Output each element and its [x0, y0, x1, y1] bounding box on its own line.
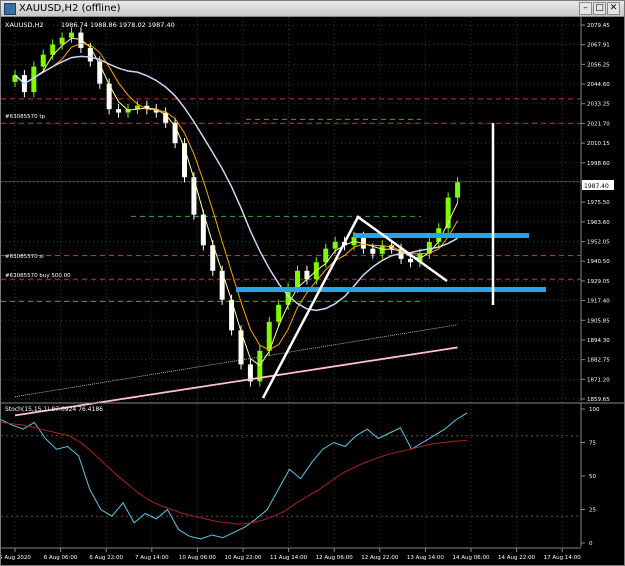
candle-body [219, 270, 225, 300]
price-tick-label: 1975.50 [587, 200, 610, 206]
price-tick-label: 2044.60 [587, 82, 610, 88]
time-tick-label: 5 Aug 2020 [1, 555, 31, 561]
price-tick-label: 2010.15 [587, 141, 610, 147]
window-title: XAUUSD,H2 (offline) [19, 3, 121, 14]
chart-window: XAUUSD,H2 (offline) – □ ✕ XAUUSD,H2 1986… [0, 0, 625, 566]
stoch-tick-label: 0 [589, 541, 593, 547]
candle-body [276, 304, 282, 322]
price-tick-label: 2079.45 [587, 23, 610, 29]
price-tick-label: 1952.05 [587, 240, 610, 246]
price-tick-label: 1882.75 [587, 358, 610, 364]
last-price-label: 1987.40 [584, 183, 609, 190]
stoch-tick-label: 25 [589, 508, 596, 514]
price-chart[interactable]: XAUUSD,H2 1986.74 1988.86 1978.02 1987.4… [1, 17, 624, 565]
title-bar[interactable]: XAUUSD,H2 (offline) – □ ✕ [1, 1, 624, 17]
time-tick-label: 14 Aug 06:00 [452, 555, 490, 561]
candle-body [69, 32, 74, 38]
candle-body [40, 54, 46, 67]
order-buy-label: #63085570 buy 500.00 [5, 273, 71, 279]
time-tick-label: 7 Aug 14:00 [135, 555, 169, 561]
price-tick-label: 2021.70 [587, 121, 610, 127]
candle-body [332, 241, 338, 249]
ohlc-label: 1986.74 1988.86 1978.02 1987.40 [61, 21, 175, 29]
price-tick-label: 1917.40 [587, 299, 610, 305]
order-sl-label: #63085570 sl [5, 254, 44, 260]
price-tick-label: 1940.50 [587, 259, 610, 265]
time-tick-label: 12 Aug 22:00 [361, 555, 399, 561]
price-tick-label: 2033.25 [587, 102, 610, 108]
maximize-button[interactable]: □ [593, 2, 606, 15]
time-tick-label: 13 Aug 14:00 [407, 555, 445, 561]
candle-body [455, 182, 461, 198]
time-tick-label: 10 Aug 06:00 [179, 555, 217, 561]
price-tick-label: 1998.60 [587, 161, 610, 167]
price-tick-label: 1859.65 [587, 397, 610, 403]
time-tick-label: 10 Aug 22:00 [224, 555, 262, 561]
price-tick-label: 2067.91 [587, 43, 610, 49]
close-button[interactable]: ✕ [607, 2, 620, 15]
time-tick-label: 17 Aug 14:00 [544, 555, 582, 561]
candle-body [229, 299, 235, 331]
candle-body [59, 37, 65, 45]
time-tick-label: 12 Aug 06:00 [316, 555, 354, 561]
support-zone[interactable] [236, 287, 546, 292]
time-tick-label: 6 Aug 06:00 [44, 555, 78, 561]
price-tick-label: 1871.20 [587, 377, 610, 383]
stoch-tick-label: 75 [589, 441, 596, 447]
price-tick-label: 1894.30 [587, 338, 610, 344]
stoch-tick-label: 100 [589, 407, 600, 413]
stoch-tick-label: 50 [589, 474, 596, 480]
candle-body [370, 248, 376, 254]
time-tick-label: 11 Aug 14:00 [270, 555, 308, 561]
time-tick-label: 14 Aug 22:00 [498, 555, 536, 561]
price-tick-label: 1905.85 [587, 318, 610, 324]
order-tp-label: #63085570 tp [5, 114, 46, 120]
candle-body [408, 258, 413, 263]
price-tick-label: 2056.25 [587, 62, 610, 68]
time-tick-label: 6 Aug 22:00 [89, 555, 123, 561]
stoch-label: Stoch(15,15,1) 97.0924 76.4186 [5, 406, 103, 413]
minimize-button[interactable]: – [579, 2, 592, 15]
candle-body [295, 270, 300, 288]
price-tick-label: 1929.05 [587, 279, 610, 285]
candle-body [116, 109, 122, 113]
candle-body [323, 248, 329, 263]
symbol-label: XAUUSD,H2 [5, 21, 44, 29]
price-tick-label: 1963.60 [587, 220, 610, 226]
chart-window-icon [4, 3, 16, 15]
